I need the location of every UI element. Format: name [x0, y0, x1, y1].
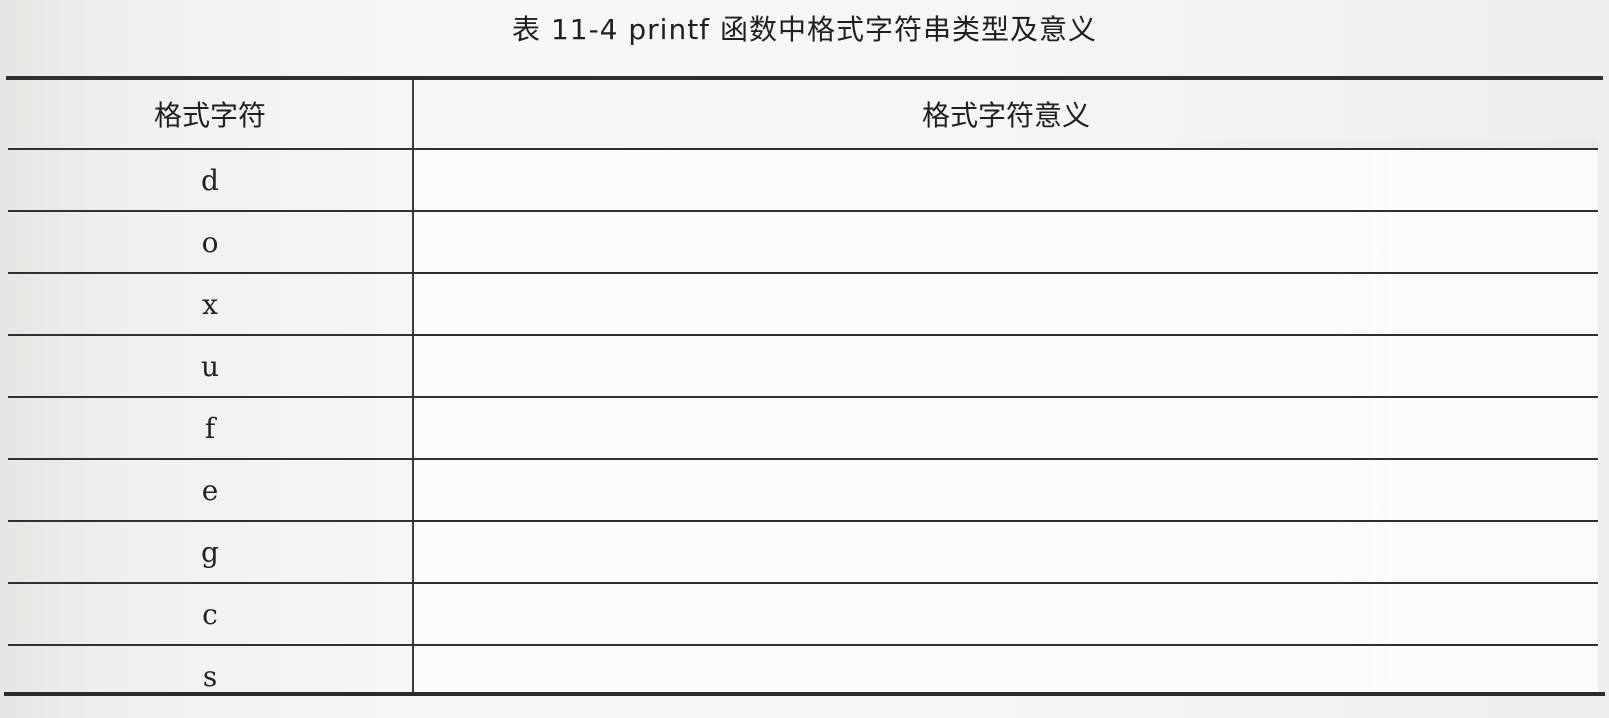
format-char-table: 格式字符 格式字符意义 d o x u f e g c s — [8, 80, 1598, 693]
format-char-cell: o — [201, 225, 219, 259]
table-bottom-rule — [4, 692, 1605, 696]
format-meaning-cell — [414, 150, 1598, 210]
table-row: e — [8, 460, 1598, 520]
format-char-cell: e — [201, 473, 219, 507]
format-meaning-cell — [414, 398, 1598, 458]
format-char-cell: c — [202, 597, 218, 631]
format-char-cell: s — [202, 659, 218, 693]
header-format-meaning: 格式字符意义 — [921, 99, 1090, 132]
header-format-char: 格式字符 — [153, 99, 266, 132]
table-header-row: 格式字符 格式字符意义 — [8, 80, 1598, 148]
table-row: c — [8, 584, 1598, 644]
format-meaning-cell — [414, 212, 1598, 272]
format-meaning-cell — [414, 584, 1598, 644]
format-char-cell: x — [202, 287, 218, 321]
format-meaning-cell — [414, 336, 1598, 396]
table-row: s — [8, 646, 1598, 706]
document-page: 表 11-4 printf 函数中格式字符串类型及意义 格式字符 格式字符意义 … — [0, 0, 1609, 718]
format-char-cell: g — [201, 535, 219, 569]
format-char-cell: d — [201, 163, 219, 197]
format-char-cell: u — [200, 349, 220, 383]
table-row: g — [8, 522, 1598, 582]
table-row: x — [8, 274, 1598, 334]
format-meaning-cell — [414, 460, 1598, 520]
table-row: o — [8, 212, 1598, 272]
format-meaning-cell — [414, 646, 1598, 706]
table-caption: 表 11-4 printf 函数中格式字符串类型及意义 — [512, 13, 1097, 46]
format-meaning-cell — [414, 522, 1598, 582]
table-row: u — [8, 336, 1598, 396]
format-char-cell: f — [204, 411, 216, 445]
format-meaning-cell — [414, 274, 1598, 334]
table-row: f — [8, 398, 1598, 458]
table-row: d — [8, 150, 1598, 210]
